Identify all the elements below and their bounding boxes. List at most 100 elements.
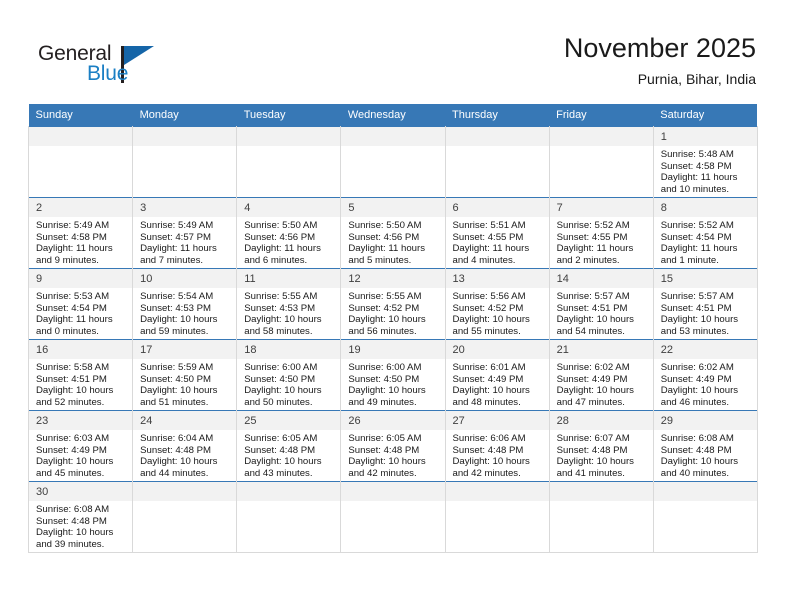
day-number: 22 xyxy=(653,340,757,359)
day-sun-info: Sunrise: 5:49 AM Sunset: 4:57 PM Daylight:… xyxy=(133,217,236,266)
sunrise-text: Sunrise: 5:58 AM xyxy=(36,362,110,373)
calendar-cell-day[interactable]: 14 Sunrise: 5:57 AM Sunset: 4:51 PM Dayligh… xyxy=(549,268,654,340)
day-sun-info: Sunrise: 6:04 AM Sunset: 4:48 PM Daylight:… xyxy=(133,430,236,479)
calendar-cell-day[interactable]: 19 Sunrise: 6:00 AM Sunset: 4:50 PM Dayligh… xyxy=(340,339,446,411)
day-sun-info: Sunrise: 6:00 AM Sunset: 4:50 PM Daylight:… xyxy=(237,359,340,408)
daylight-text: Daylight: 10 hours and 54 minutes. xyxy=(556,314,634,337)
sunrise-text: Sunrise: 6:02 AM xyxy=(660,362,734,373)
daylight-text: Daylight: 10 hours and 42 minutes. xyxy=(348,456,426,479)
sunrise-text: Sunrise: 6:02 AM xyxy=(556,362,630,373)
day-number: 19 xyxy=(341,340,445,359)
calendar-cell-day[interactable]: 22 Sunrise: 6:02 AM Sunset: 4:49 PM Dayligh… xyxy=(653,339,758,411)
weekday-header-monday: Monday xyxy=(132,104,237,127)
day-number: 26 xyxy=(341,411,445,430)
day-sun-info: Sunrise: 6:07 AM Sunset: 4:48 PM Daylight:… xyxy=(550,430,653,479)
sunset-text: Sunset: 4:51 PM xyxy=(36,373,107,385)
calendar-cell-day[interactable]: 23 Sunrise: 6:03 AM Sunset: 4:49 PM Dayligh… xyxy=(27,410,134,482)
sunset-text: Sunset: 4:53 PM xyxy=(244,302,316,314)
sunrise-text: Sunrise: 5:52 AM xyxy=(660,220,734,231)
calendar-week-row: 2 Sunrise: 5:49 AM Sunset: 4:58 PM Daylight… xyxy=(27,197,758,269)
daylight-text: Daylight: 10 hours and 58 minutes. xyxy=(244,314,322,337)
sunset-text: Sunset: 4:58 PM xyxy=(660,160,732,172)
daylight-text: Daylight: 10 hours and 47 minutes. xyxy=(556,385,634,408)
calendar-cell-day[interactable]: 13 Sunrise: 5:56 AM Sunset: 4:52 PM Dayligh… xyxy=(445,268,550,340)
sunset-text: Sunset: 4:50 PM xyxy=(140,373,212,385)
day-sun-info: Sunrise: 5:55 AM Sunset: 4:53 PM Daylight:… xyxy=(237,288,340,337)
day-number xyxy=(133,127,237,146)
day-number xyxy=(237,482,341,501)
day-number: 14 xyxy=(549,269,653,288)
calendar-cell-day[interactable]: 20 Sunrise: 6:01 AM Sunset: 4:49 PM Dayligh… xyxy=(445,339,550,411)
calendar-cell-day[interactable]: 2 Sunrise: 5:49 AM Sunset: 4:58 PM Daylight… xyxy=(27,197,134,269)
calendar-cell-day[interactable]: 15 Sunrise: 5:57 AM Sunset: 4:51 PM Dayligh… xyxy=(653,268,758,340)
calendar-cell-day[interactable]: 4 Sunrise: 5:50 AM Sunset: 4:56 PM Daylight… xyxy=(236,197,342,269)
daylight-text: Daylight: 11 hours and 6 minutes. xyxy=(244,243,321,266)
calendar-cell-day[interactable]: 24 Sunrise: 6:04 AM Sunset: 4:48 PM Dayligh… xyxy=(132,410,238,482)
calendar-cell-day[interactable]: 27 Sunrise: 6:06 AM Sunset: 4:48 PM Dayligh… xyxy=(445,410,550,482)
day-sun-info: Sunrise: 5:51 AM Sunset: 4:55 PM Daylight:… xyxy=(446,217,549,266)
daylight-text: Daylight: 10 hours and 42 minutes. xyxy=(452,456,530,479)
sunset-text: Sunset: 4:49 PM xyxy=(660,373,732,385)
sunrise-text: Sunrise: 6:07 AM xyxy=(556,433,630,444)
weekday-header-row: Sunday Monday Tuesday Wednesday Thursday… xyxy=(28,104,758,127)
weekday-header-thursday: Thursday xyxy=(445,104,550,127)
calendar-cell-empty xyxy=(132,481,238,553)
calendar-cell-day[interactable]: 6 Sunrise: 5:51 AM Sunset: 4:55 PM Daylight… xyxy=(445,197,550,269)
daylight-text: Daylight: 10 hours and 44 minutes. xyxy=(140,456,218,479)
daylight-text: Daylight: 11 hours and 5 minutes. xyxy=(348,243,425,266)
day-number xyxy=(237,127,341,146)
calendar-cell-day[interactable]: 8 Sunrise: 5:52 AM Sunset: 4:54 PM Daylight… xyxy=(653,197,758,269)
calendar-week-row: 23 Sunrise: 6:03 AM Sunset: 4:49 PM Dayligh… xyxy=(27,410,758,482)
sunrise-text: Sunrise: 5:49 AM xyxy=(36,220,110,231)
calendar-cell-empty xyxy=(132,126,238,198)
calendar-cell-day[interactable]: 16 Sunrise: 5:58 AM Sunset: 4:51 PM Dayligh… xyxy=(27,339,134,411)
sunrise-text: Sunrise: 5:57 AM xyxy=(660,291,734,302)
calendar-cell-day[interactable]: 1 Sunrise: 5:48 AM Sunset: 4:58 PM Daylight… xyxy=(653,126,758,198)
calendar-cell-day[interactable]: 12 Sunrise: 5:55 AM Sunset: 4:52 PM Dayligh… xyxy=(340,268,446,340)
day-number: 6 xyxy=(445,198,549,217)
day-sun-info: Sunrise: 6:05 AM Sunset: 4:48 PM Daylight:… xyxy=(341,430,444,479)
sunset-text: Sunset: 4:50 PM xyxy=(244,373,316,385)
daylight-text: Daylight: 10 hours and 55 minutes. xyxy=(452,314,530,337)
calendar-cell-day[interactable]: 10 Sunrise: 5:54 AM Sunset: 4:53 PM Dayligh… xyxy=(132,268,238,340)
calendar-body: 1 Sunrise: 5:48 AM Sunset: 4:58 PM Daylight… xyxy=(27,126,758,553)
daylight-text: Daylight: 10 hours and 53 minutes. xyxy=(660,314,739,337)
calendar-cell-day[interactable]: 9 Sunrise: 5:53 AM Sunset: 4:54 PM Daylight… xyxy=(27,268,134,340)
daylight-text: Daylight: 10 hours and 59 minutes. xyxy=(140,314,218,337)
daylight-text: Daylight: 10 hours and 49 minutes. xyxy=(348,385,426,408)
calendar-cell-day[interactable]: 25 Sunrise: 6:05 AM Sunset: 4:48 PM Dayligh… xyxy=(236,410,342,482)
calendar-cell-empty xyxy=(340,481,446,553)
calendar-cell-day[interactable]: 26 Sunrise: 6:05 AM Sunset: 4:48 PM Dayligh… xyxy=(340,410,446,482)
day-number xyxy=(549,127,653,146)
sunset-text: Sunset: 4:50 PM xyxy=(348,373,420,385)
calendar-cell-day[interactable]: 3 Sunrise: 5:49 AM Sunset: 4:57 PM Daylight… xyxy=(132,197,238,269)
day-number: 11 xyxy=(237,269,341,288)
day-number: 30 xyxy=(29,482,133,501)
sunrise-text: Sunrise: 6:00 AM xyxy=(244,362,318,373)
calendar-cell-day[interactable]: 29 Sunrise: 6:08 AM Sunset: 4:48 PM Dayligh… xyxy=(653,410,758,482)
daylight-text: Daylight: 10 hours and 41 minutes. xyxy=(556,456,634,479)
calendar-cell-empty xyxy=(549,481,654,553)
sunset-text: Sunset: 4:54 PM xyxy=(36,302,107,314)
weekday-header-saturday: Saturday xyxy=(653,104,758,127)
calendar-cell-day[interactable]: 21 Sunrise: 6:02 AM Sunset: 4:49 PM Dayligh… xyxy=(549,339,654,411)
sunrise-text: Sunrise: 6:08 AM xyxy=(36,504,110,515)
sunrise-text: Sunrise: 5:49 AM xyxy=(140,220,214,231)
sunrise-text: Sunrise: 5:51 AM xyxy=(452,220,526,231)
weekday-header-friday: Friday xyxy=(549,104,654,127)
sunset-text: Sunset: 4:53 PM xyxy=(140,302,212,314)
day-number: 4 xyxy=(237,198,341,217)
day-sun-info: Sunrise: 5:56 AM Sunset: 4:52 PM Daylight:… xyxy=(446,288,549,337)
calendar-cell-day[interactable]: 30 Sunrise: 6:08 AM Sunset: 4:48 PM Dayligh… xyxy=(27,481,134,553)
calendar-cell-day[interactable]: 17 Sunrise: 5:59 AM Sunset: 4:50 PM Dayligh… xyxy=(132,339,238,411)
calendar-cell-day[interactable]: 18 Sunrise: 6:00 AM Sunset: 4:50 PM Dayligh… xyxy=(236,339,342,411)
calendar-cell-day[interactable]: 28 Sunrise: 6:07 AM Sunset: 4:48 PM Dayligh… xyxy=(549,410,654,482)
calendar-cell-day[interactable]: 7 Sunrise: 5:52 AM Sunset: 4:55 PM Daylight… xyxy=(549,197,654,269)
weekday-header-sunday: Sunday xyxy=(28,104,133,127)
calendar-cell-day[interactable]: 5 Sunrise: 5:50 AM Sunset: 4:56 PM Daylight… xyxy=(340,197,446,269)
sunset-text: Sunset: 4:55 PM xyxy=(452,231,524,243)
day-number: 9 xyxy=(29,269,133,288)
day-number: 1 xyxy=(653,127,757,146)
day-sun-info: Sunrise: 5:58 AM Sunset: 4:51 PM Daylight:… xyxy=(29,359,132,408)
calendar-cell-day[interactable]: 11 Sunrise: 5:55 AM Sunset: 4:53 PM Dayligh… xyxy=(236,268,342,340)
